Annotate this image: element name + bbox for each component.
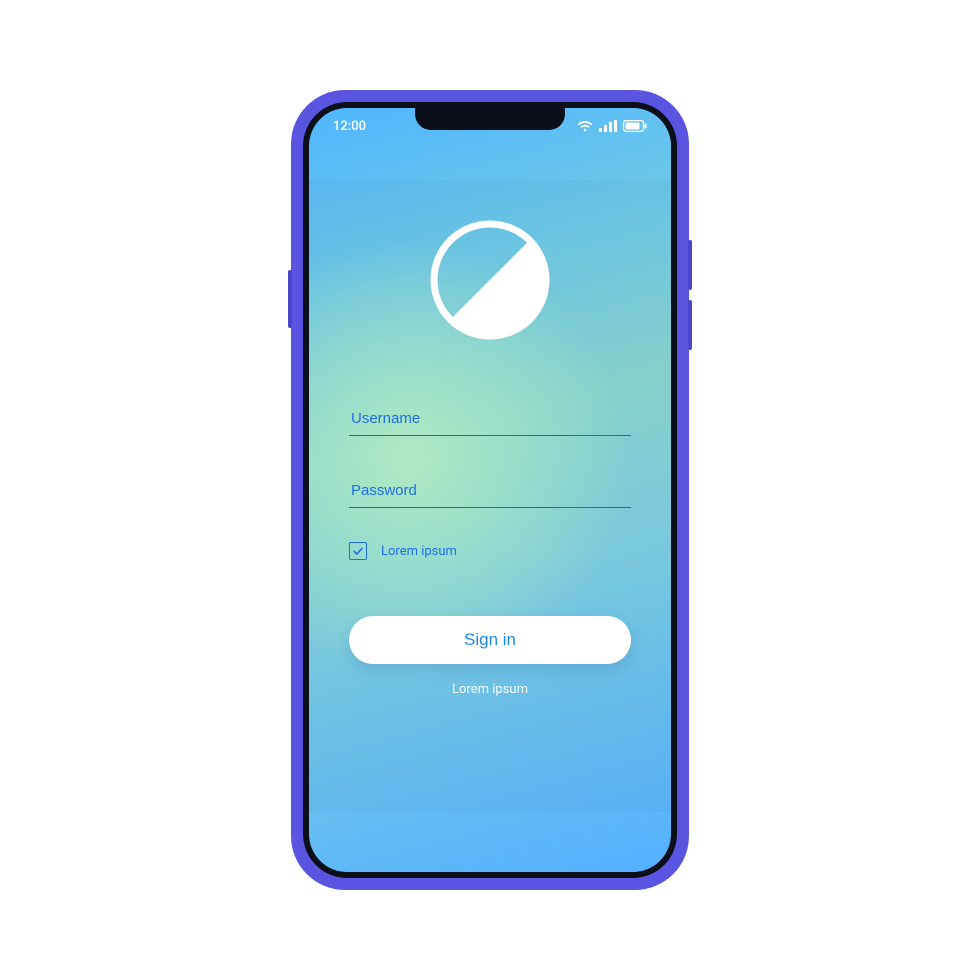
- remember-label: Lorem ipsum: [381, 544, 457, 559]
- remember-row: Lorem ipsum: [349, 542, 631, 560]
- notch: [415, 108, 565, 130]
- signal-icon: [599, 120, 617, 132]
- app-logo: [426, 216, 554, 344]
- check-icon: [352, 545, 364, 557]
- status-time: 12:00: [333, 119, 366, 134]
- phone-frame: 12:00: [291, 90, 689, 890]
- power-button[interactable]: [288, 270, 292, 328]
- username-field: [349, 404, 631, 436]
- password-field: [349, 476, 631, 508]
- volume-down-button[interactable]: [688, 300, 692, 350]
- status-icons: [577, 120, 647, 132]
- remember-checkbox[interactable]: [349, 542, 367, 560]
- login-panel: Lorem ipsum Sign in Lorem ipsum: [309, 180, 671, 812]
- app-logo-icon: [426, 216, 554, 344]
- screen: 12:00: [309, 108, 671, 872]
- password-input[interactable]: [349, 476, 631, 508]
- footer-link[interactable]: Lorem ipsum: [452, 682, 528, 697]
- wifi-icon: [577, 120, 593, 132]
- volume-up-button[interactable]: [688, 240, 692, 290]
- phone-bezel: 12:00: [303, 102, 677, 878]
- sign-in-button[interactable]: Sign in: [349, 616, 631, 664]
- battery-icon: [623, 120, 647, 132]
- username-input[interactable]: [349, 404, 631, 436]
